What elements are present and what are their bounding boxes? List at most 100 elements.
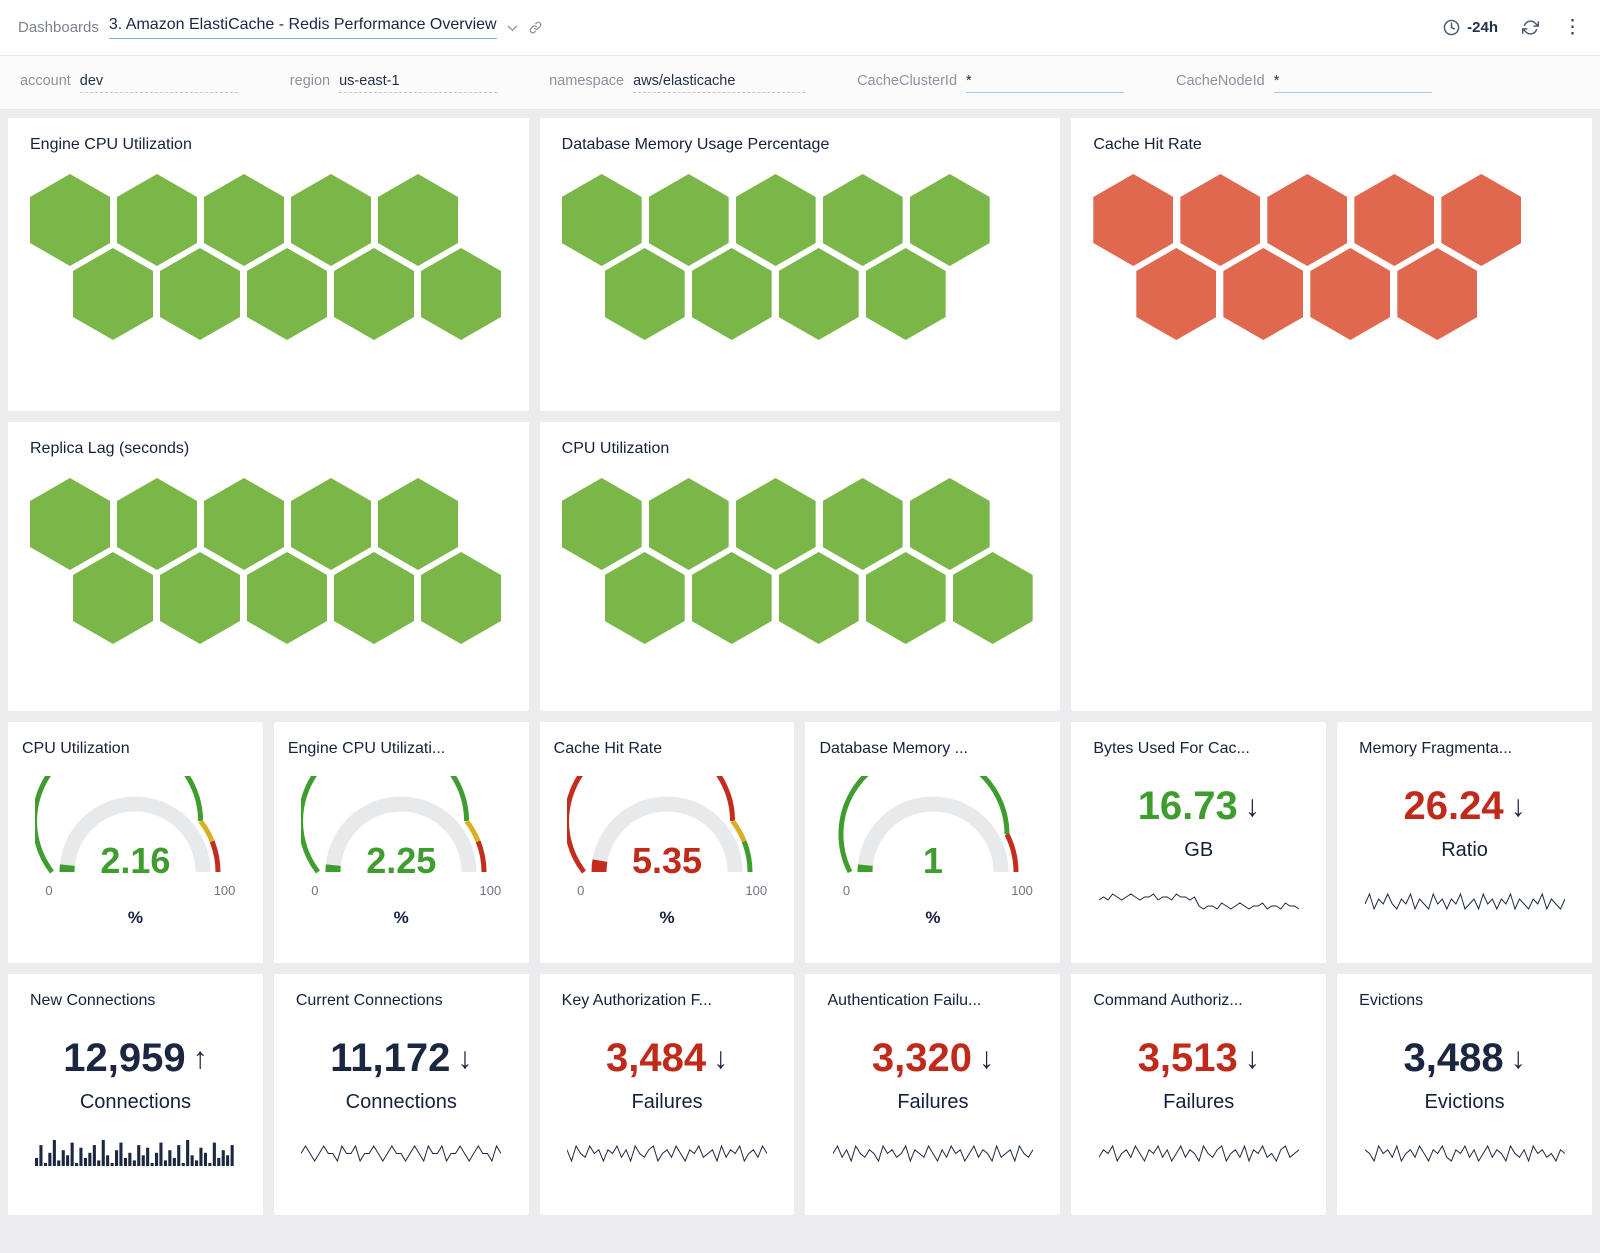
hexagon-cell[interactable] [247,552,327,644]
clock-icon [1443,19,1460,36]
gauge-min-label: 0 [843,883,850,898]
hexagon-cell[interactable] [334,552,414,644]
filter-value-input[interactable]: * [966,73,1124,93]
trend-arrow-icon: ↑ [193,1042,208,1076]
stat-number: 3,320 [872,1036,972,1081]
stat-unit: Connections [296,1091,507,1114]
breadcrumb[interactable]: Dashboards [18,19,99,36]
hexagon-cell[interactable] [866,248,946,340]
stat-value: 3,320 ↓ [827,1036,1038,1081]
gauge-chart: 5.35 0 100 [567,776,767,880]
stat-number: 12,959 [63,1036,185,1081]
filter-namespace[interactable]: namespace aws/elasticache [549,73,805,93]
stat-value: 3,484 ↓ [562,1036,773,1081]
panel-title: CPU Utilization [562,440,1039,458]
dashboard-title[interactable]: 3. Amazon ElastiCache - Redis Performanc… [109,16,497,39]
filter-value-input[interactable]: dev [80,73,238,93]
filter-account[interactable]: account dev [20,73,238,93]
stat-value: 26.24 ↓ [1359,784,1570,829]
hexagon-cell[interactable] [73,248,153,340]
panel-bytes-used-for-cache: Bytes Used For Cac... 16.73 ↓ GB [1071,722,1326,963]
kebab-menu-icon[interactable]: ⋮ [1563,18,1582,37]
gauge-min-label: 0 [45,883,52,898]
filter-label: account [20,73,71,89]
panel-cpu-utilization-honeycomb: CPU Utilization [540,422,1061,711]
stat-unit: Ratio [1359,839,1570,862]
gauge-chart: 2.16 0 100 [35,776,235,880]
filter-cacheclusterid[interactable]: CacheClusterId * [857,73,1124,93]
gauge-chart: 2.25 0 100 [301,776,501,880]
filter-value-input[interactable]: aws/elasticache [633,73,805,93]
panel-replica-lag: Replica Lag (seconds) [8,422,529,711]
panel-evictions: Evictions 3,488 ↓ Evictions [1337,974,1592,1215]
panel-title: Bytes Used For Cac... [1093,740,1304,758]
stat-value: 16.73 ↓ [1093,784,1304,829]
hex-row [73,552,507,644]
hexagon-cell[interactable] [421,552,501,644]
panel-title: Engine CPU Utilization [30,136,507,154]
stat-number: 3,513 [1138,1036,1238,1081]
gauge-value: 2.16 [35,840,235,882]
hexagon-cell[interactable] [866,552,946,644]
panel-title: Current Connections [296,992,507,1010]
gauge-max-label: 100 [1011,883,1033,898]
chevron-down-icon[interactable] [507,24,518,32]
stat-value: 12,959 ↑ [30,1036,241,1081]
filter-label: region [290,73,330,89]
hexagon-cell[interactable] [692,552,772,644]
hexagon-cell[interactable] [1397,248,1477,340]
stat-value: 11,172 ↓ [296,1036,507,1081]
hexagon-cell[interactable] [605,552,685,644]
hexagon-cell[interactable] [953,552,1033,644]
hexagon-cell[interactable] [779,552,859,644]
panel-engine-cpu-gauge: Engine CPU Utilizati... 2.25 0 100 % [274,722,529,963]
sparkline-chart [827,1138,1038,1166]
hexagon-cell[interactable] [605,248,685,340]
hexagon-cell[interactable] [1310,248,1390,340]
panel-engine-cpu-utilization: Engine CPU Utilization [8,118,529,411]
panel-database-memory-usage: Database Memory Usage Percentage [540,118,1061,411]
gauge-unit: % [288,908,515,928]
stat-unit: Connections [30,1091,241,1114]
hexagon-cell[interactable] [1136,248,1216,340]
honeycomb-chart [562,478,1039,644]
trend-arrow-icon: ↓ [457,1042,472,1076]
sparkline-chart [30,1138,241,1166]
hexagon-cell[interactable] [421,248,501,340]
sparkline-chart [1093,1138,1304,1166]
filter-value-input[interactable]: * [1274,73,1432,93]
panel-database-memory-gauge: Database Memory ... 1 0 100 % [805,722,1060,963]
hexagon-cell[interactable] [334,248,414,340]
stat-unit: Failures [1093,1091,1304,1114]
filter-region[interactable]: region us-east-1 [290,73,497,93]
sparkline-chart [1359,1138,1570,1166]
hexagon-cell[interactable] [247,248,327,340]
refresh-icon[interactable] [1522,19,1539,36]
time-range-picker[interactable]: -24h [1443,19,1498,36]
hexagon-cell[interactable] [160,552,240,644]
sparkline-chart [296,1138,507,1166]
hexagon-cell[interactable] [1223,248,1303,340]
link-icon[interactable] [528,20,543,35]
panel-title: Cache Hit Rate [1093,136,1570,154]
filter-label: namespace [549,73,624,89]
filter-cachenodeid[interactable]: CacheNodeId * [1176,73,1432,93]
sparkline-chart [562,1138,773,1166]
gauge-unit: % [819,908,1046,928]
panel-title: Cache Hit Rate [554,740,781,758]
gauge-value: 2.25 [301,840,501,882]
panel-memory-fragmentation: Memory Fragmenta... 26.24 ↓ Ratio [1337,722,1592,963]
hexagon-cell[interactable] [73,552,153,644]
stat-number: 3,488 [1404,1036,1504,1081]
filter-value-input[interactable]: us-east-1 [339,73,497,93]
panel-title: Evictions [1359,992,1570,1010]
filter-label: CacheClusterId [857,73,957,89]
filter-label: CacheNodeId [1176,73,1265,89]
top-bar: Dashboards 3. Amazon ElastiCache - Redis… [0,0,1600,56]
time-range-label: -24h [1467,19,1498,36]
hexagon-cell[interactable] [692,248,772,340]
trend-arrow-icon: ↓ [1245,790,1260,824]
stat-value: 3,513 ↓ [1093,1036,1304,1081]
hexagon-cell[interactable] [160,248,240,340]
hexagon-cell[interactable] [779,248,859,340]
